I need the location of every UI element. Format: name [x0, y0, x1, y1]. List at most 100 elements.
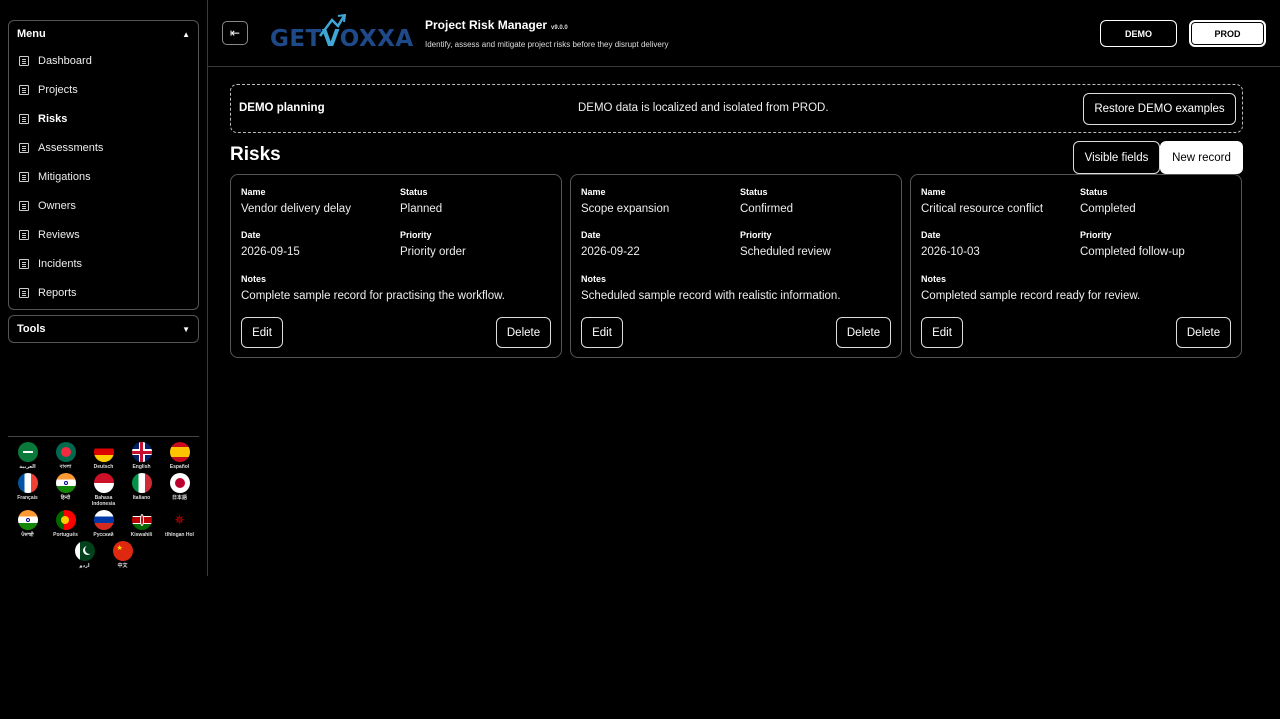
record-card: Name Scope expansion Status Confirmed Date… — [570, 174, 902, 358]
language-option[interactable]: 日本語 — [161, 473, 199, 507]
field-label: Name — [921, 187, 946, 197]
record-date: 2026-10-03 — [921, 246, 980, 258]
sidebar-item-reviews[interactable]: Reviews — [9, 220, 198, 249]
record-name: Scope expansion — [581, 203, 670, 215]
language-selector: العربية বাংলা Deutsch English Español Fr… — [8, 442, 199, 569]
sidebar-item-label: Owners — [38, 199, 76, 212]
language-label: Deutsch — [93, 464, 114, 470]
language-option[interactable]: ✵ tlhIngan Hol — [161, 510, 199, 538]
pt-flag-icon — [55, 510, 76, 530]
document-icon — [19, 56, 29, 67]
fr-flag-icon — [17, 473, 38, 493]
tools-panel[interactable]: Tools ▼ — [8, 315, 199, 343]
language-option[interactable]: ★ 中文 — [104, 541, 142, 569]
document-icon — [19, 287, 29, 298]
language-option[interactable]: Español — [161, 442, 199, 470]
language-option[interactable]: Italiano — [123, 473, 161, 507]
logo: GETVOXXA — [270, 14, 414, 54]
document-icon — [19, 258, 29, 269]
prod-env-button[interactable]: PROD — [1189, 20, 1266, 47]
field-label: Priority — [1080, 230, 1112, 240]
edit-button[interactable]: Edit — [581, 317, 623, 348]
language-option[interactable]: العربية — [9, 442, 47, 470]
collapse-sidebar-button[interactable]: ⇤ — [222, 21, 248, 45]
record-priority: Priority order — [400, 246, 466, 258]
language-option[interactable]: Bahasa Indonesia — [85, 473, 123, 507]
field-label: Date — [241, 230, 261, 240]
de-flag-icon — [93, 442, 114, 462]
es-flag-icon — [169, 442, 190, 462]
language-label: Português — [53, 532, 78, 538]
cn-flag-icon: ★ — [112, 541, 133, 561]
demo-banner: DEMO planning DEMO data is localized and… — [230, 84, 1243, 133]
menu-header[interactable]: Menu ▲ — [9, 21, 198, 47]
document-icon — [19, 143, 29, 154]
language-option[interactable]: Français — [9, 473, 47, 507]
edit-button[interactable]: Edit — [241, 317, 283, 348]
delete-button[interactable]: Delete — [836, 317, 891, 348]
jp-flag-icon — [169, 473, 190, 493]
language-label: 中文 — [117, 563, 128, 569]
sidebar-item-label: Incidents — [38, 257, 83, 270]
sidebar-collapse-icon: ⇤ — [229, 26, 241, 40]
sidebar-item-projects[interactable]: Projects — [9, 76, 198, 105]
restore-demo-button[interactable]: Restore DEMO examples — [1083, 93, 1236, 125]
page-title: Risks — [230, 144, 281, 165]
gb-flag-icon — [131, 442, 152, 462]
record-date: 2026-09-22 — [581, 246, 640, 258]
language-label: Français — [17, 495, 38, 501]
sidebar-item-label: Risks — [38, 113, 68, 126]
language-option[interactable]: ਪੰਜਾਬੀ — [9, 510, 47, 538]
id-flag-icon — [93, 473, 114, 493]
bd-flag-icon — [55, 442, 76, 462]
divider — [8, 436, 199, 437]
record-notes: Scheduled sample record with realistic i… — [581, 290, 841, 302]
language-label: العربية — [19, 464, 36, 470]
new-record-button[interactable]: New record — [1160, 141, 1243, 174]
sidebar-item-owners[interactable]: Owners — [9, 191, 198, 220]
sidebar-item-reports[interactable]: Reports — [9, 278, 198, 307]
delete-button[interactable]: Delete — [496, 317, 551, 348]
document-icon — [19, 114, 29, 125]
record-notes: Completed sample record ready for review… — [921, 290, 1141, 302]
document-icon — [19, 85, 29, 96]
record-status: Completed — [1080, 203, 1136, 215]
language-label: 日本語 — [171, 495, 187, 501]
record-priority: Completed follow-up — [1080, 246, 1185, 258]
language-option[interactable]: اردو — [66, 541, 104, 569]
language-option[interactable]: English — [123, 442, 161, 470]
field-label: Notes — [581, 274, 607, 284]
ru-flag-icon — [93, 510, 114, 530]
caret-down-icon[interactable]: ▼ — [182, 325, 190, 334]
visible-fields-button[interactable]: Visible fields — [1073, 141, 1160, 174]
sidebar-item-incidents[interactable]: Incidents — [9, 249, 198, 278]
in-flag-icon — [55, 473, 76, 493]
language-option[interactable]: বাংলা — [47, 442, 85, 470]
language-label: हिन्दी — [60, 495, 71, 501]
field-label: Date — [581, 230, 601, 240]
pk-flag-icon — [74, 541, 95, 561]
language-label: Русский — [93, 532, 114, 538]
demo-env-button[interactable]: DEMO — [1100, 20, 1177, 47]
tools-label: Tools — [17, 323, 46, 335]
language-option[interactable]: हिन्दी — [47, 473, 85, 507]
field-label: Priority — [740, 230, 772, 240]
record-name: Vendor delivery delay — [241, 203, 351, 215]
language-option[interactable]: Русский — [85, 510, 123, 538]
field-label: Date — [921, 230, 941, 240]
sidebar-item-risks[interactable]: Risks — [9, 105, 198, 134]
sidebar: Menu ▲ Dashboard Projects Risks Assessme… — [0, 0, 208, 576]
sidebar-item-assessments[interactable]: Assessments — [9, 134, 198, 163]
top-bar: ⇤ GETVOXXA Project Risk Manager v9.0.0 Id… — [208, 0, 1280, 67]
sidebar-item-dashboard[interactable]: Dashboard — [9, 47, 198, 76]
app-version: v9.0.0 — [551, 25, 568, 31]
edit-button[interactable]: Edit — [921, 317, 963, 348]
sidebar-item-mitigations[interactable]: Mitigations — [9, 163, 198, 192]
delete-button[interactable]: Delete — [1176, 317, 1231, 348]
caret-up-icon[interactable]: ▲ — [182, 30, 190, 39]
language-option[interactable]: Kiswahili — [123, 510, 161, 538]
field-label: Name — [581, 187, 606, 197]
language-label: Italiano — [132, 495, 151, 501]
language-option[interactable]: Deutsch — [85, 442, 123, 470]
language-option[interactable]: Português — [47, 510, 85, 538]
